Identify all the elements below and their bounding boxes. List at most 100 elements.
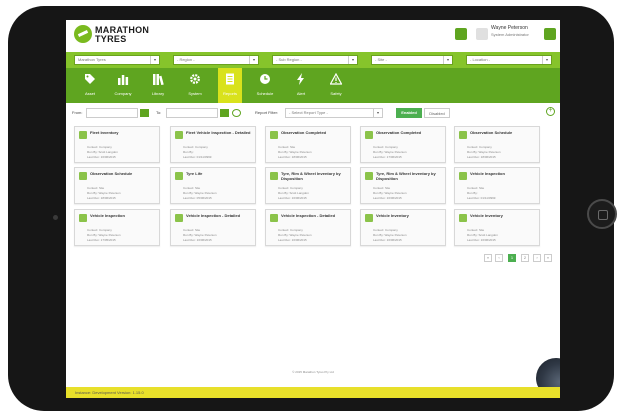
- site-select-value: - Site -: [375, 57, 387, 62]
- logout-icon[interactable]: [544, 28, 556, 40]
- report-card-title: Vehicle Inspection - Detailed: [281, 213, 336, 218]
- report-card[interactable]: Tyre Life Context: Site Run By: Wayne Pete…: [170, 167, 256, 204]
- region-select-value: - Region -: [177, 57, 195, 62]
- report-card-title: Observation Schedule: [470, 130, 513, 135]
- report-card[interactable]: Tyre, Rim & Wheel Inventory by Dispositi…: [360, 167, 446, 204]
- sub-region-select[interactable]: - Sub Region - ▾: [272, 55, 358, 65]
- location-select[interactable]: - Location - ▾: [466, 55, 552, 65]
- report-card[interactable]: Observation Schedule Context: Company Run …: [454, 126, 540, 163]
- refresh-icon[interactable]: [232, 109, 241, 117]
- nav-label-asset: Asset: [84, 91, 95, 96]
- report-card-detail: Context: Company: [373, 228, 398, 232]
- report-card[interactable]: Vehicle Inspection - Detailed Context: Si…: [170, 209, 256, 246]
- report-icon: [226, 73, 234, 85]
- page-1-button[interactable]: 1: [508, 254, 516, 262]
- report-card[interactable]: Fleet Vehicle Inspection - Detailed Conte…: [170, 126, 256, 163]
- report-icon: [175, 172, 183, 180]
- report-card-detail: Run By: Wayne Peterson: [373, 191, 407, 195]
- report-card-title: Observation Schedule: [90, 171, 133, 176]
- report-card-detail: Last Run: 16/06/2015: [467, 238, 496, 242]
- add-report-icon[interactable]: +: [546, 107, 555, 116]
- report-card[interactable]: Vehicle Inventory Context: Site Run By: Sc…: [454, 209, 540, 246]
- report-card-detail: Last Run: 18/06/2015: [278, 155, 307, 159]
- report-card-detail: Run By:: [467, 191, 478, 195]
- report-card[interactable]: Observation Schedule Context: Site Run By:…: [74, 167, 160, 204]
- nav-item-system[interactable]: System: [183, 68, 207, 103]
- top-bar: MARATHON TYRES Wayne Peterson System Adm…: [66, 20, 560, 48]
- from-date-input[interactable]: [86, 108, 138, 118]
- report-icon: [270, 131, 278, 139]
- report-type-select[interactable]: - Select Report Type - ▾: [285, 108, 383, 118]
- report-card-detail: Run By: Scott Langdon: [278, 191, 309, 195]
- copyright: © 2015 Marathon Tyres Pty Ltd: [292, 370, 334, 374]
- report-card-detail: Context: Site: [183, 186, 201, 190]
- report-card-detail: Last Run: 01/11/0999: [467, 196, 496, 200]
- user-icon[interactable]: [476, 28, 488, 40]
- report-card-detail: Context: Company: [87, 145, 112, 149]
- home-button[interactable]: [587, 199, 617, 229]
- report-card-detail: Run By: Scott Langdon: [467, 233, 498, 237]
- report-card[interactable]: Fleet Inventory Context: Company Run By: S…: [74, 126, 160, 163]
- nav-item-safety[interactable]: Safety: [324, 68, 348, 103]
- calendar-icon[interactable]: [220, 109, 229, 117]
- report-card-title: Vehicle Inspection - Detailed: [186, 213, 241, 218]
- report-card-title: Fleet Inventory: [90, 130, 119, 135]
- nav-item-asset[interactable]: Asset: [78, 68, 102, 103]
- to-date-input[interactable]: [166, 108, 218, 118]
- report-icon: [270, 172, 278, 180]
- prev-page-button[interactable]: ‹: [495, 254, 503, 262]
- next-page-button[interactable]: ›: [533, 254, 541, 262]
- nav-item-library[interactable]: Library: [146, 68, 170, 103]
- report-card-detail: Context: Company: [373, 145, 398, 149]
- first-page-button[interactable]: «: [484, 254, 492, 262]
- enabled-toggle[interactable]: Enabled: [396, 108, 422, 118]
- report-card[interactable]: Vehicle Inspection Context: Site Run By: La…: [454, 167, 540, 204]
- report-card-detail: Run By: Scott Langdon: [87, 150, 118, 154]
- report-icon: [459, 131, 467, 139]
- report-card-detail: Context: Company: [183, 145, 208, 149]
- sub-region-select-value: - Sub Region -: [276, 57, 302, 62]
- nav-label-system: System: [188, 91, 202, 96]
- report-card-title: Tyre, Rim & Wheel Inventory by Dispositi…: [281, 171, 341, 181]
- report-card-title: Vehicle Inventory: [376, 213, 409, 218]
- main-nav: Asset Company Library System Reports Sch…: [66, 68, 560, 103]
- report-card-detail: Last Run: 16/06/2015: [183, 238, 212, 242]
- report-icon: [79, 172, 87, 180]
- clock-icon: [260, 74, 270, 84]
- report-card-title: Vehicle Inspection: [90, 213, 125, 218]
- report-filter-row: From: To: Report Filter: - Select Report…: [66, 108, 560, 120]
- nav-item-reports[interactable]: Reports: [218, 68, 242, 103]
- report-card-detail: Run By: Wayne Peterson: [467, 150, 501, 154]
- nav-item-alert[interactable]: Alert: [289, 68, 313, 103]
- report-card-detail: Last Run: 18/06/2015: [87, 196, 116, 200]
- disabled-toggle[interactable]: Disabled: [424, 108, 450, 118]
- last-page-button[interactable]: »: [544, 254, 552, 262]
- user-role: System Administrator: [491, 32, 529, 37]
- region-select[interactable]: - Region - ▾: [173, 55, 259, 65]
- report-card[interactable]: Vehicle Inspection - Detailed Context: Co…: [265, 209, 351, 246]
- report-card[interactable]: Observation Completed Context: Site Run By…: [265, 126, 351, 163]
- page-2-button[interactable]: 2: [521, 254, 529, 262]
- calendar-icon[interactable]: [140, 109, 149, 117]
- site-select[interactable]: - Site - ▾: [371, 55, 453, 65]
- to-label: To:: [156, 110, 162, 115]
- report-icon: [365, 131, 373, 139]
- report-card-detail: Run By: Wayne Peterson: [278, 150, 312, 154]
- brand-logo[interactable]: MARATHON TYRES: [74, 24, 149, 44]
- gear-icon: [190, 74, 200, 84]
- company-select[interactable]: Marathon Tyres ▾: [74, 55, 160, 65]
- report-card-detail: Run By:: [183, 150, 194, 154]
- report-card[interactable]: Tyre, Rim & Wheel Inventory by Dispositi…: [265, 167, 351, 204]
- report-card[interactable]: Vehicle Inspection Context: Company Run By…: [74, 209, 160, 246]
- report-card-detail: Last Run: 18/06/2015: [467, 155, 496, 159]
- user-name: Wayne Peterson: [491, 25, 528, 31]
- report-card-detail: Last Run: 16/06/2015: [278, 238, 307, 242]
- nav-item-company[interactable]: Company: [111, 68, 135, 103]
- lightning-icon: [297, 73, 304, 85]
- report-card[interactable]: Observation Completed Context: Company Run…: [360, 126, 446, 163]
- save-icon[interactable]: [455, 28, 467, 40]
- nav-label-schedule: Schedule: [256, 91, 274, 96]
- nav-label-reports: Reports: [222, 91, 237, 96]
- nav-item-schedule[interactable]: Schedule: [253, 68, 277, 103]
- report-card[interactable]: Vehicle Inventory Context: Company Run By:…: [360, 209, 446, 246]
